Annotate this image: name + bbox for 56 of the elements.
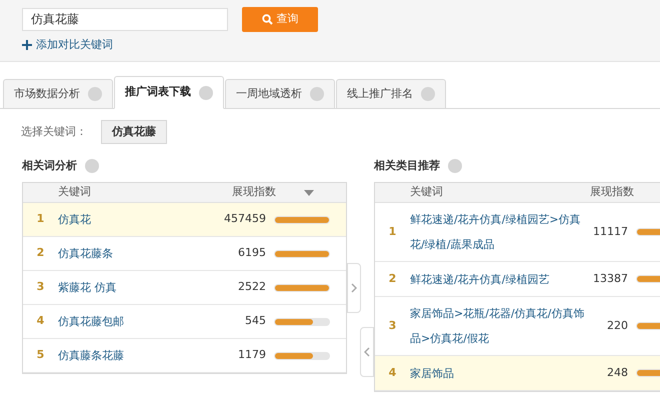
keyword-chip[interactable]: 仿真花藤: [101, 120, 167, 144]
index-value: 457459: [223, 211, 266, 228]
index-value: 2522: [237, 279, 266, 296]
keyword-select-label: 选择关键词：: [21, 124, 87, 140]
search-icon: [262, 14, 272, 25]
add-keyword-link[interactable]: 添加对比关键词: [22, 37, 113, 54]
column-header[interactable]: 展现指数: [590, 184, 652, 201]
help-icon[interactable]: [199, 86, 213, 100]
keyword-link[interactable]: 家居饰品: [410, 360, 588, 386]
keyword-link[interactable]: 紫藤花 仿真: [58, 280, 204, 296]
section-title: 相关类目推荐: [374, 158, 440, 174]
chevron-right-icon: [351, 283, 357, 293]
index-value: 545: [244, 313, 266, 330]
tab[interactable]: 一周地域透析: [225, 79, 335, 109]
rank-number: 3: [388, 318, 398, 334]
help-icon[interactable]: [88, 87, 102, 101]
help-icon[interactable]: [448, 159, 462, 173]
next-arrow-button[interactable]: [347, 263, 361, 313]
column-header: 关键词: [410, 184, 444, 200]
prev-arrow-button[interactable]: [360, 327, 374, 377]
index-value: 13387: [592, 270, 628, 287]
rank-number: 5: [36, 347, 46, 364]
index-value: 220: [606, 318, 628, 334]
rank-number: 2: [36, 245, 46, 262]
search-field[interactable]: 仿真花藤: [22, 8, 228, 31]
index-value: 248: [606, 364, 628, 381]
plus-icon: [22, 40, 32, 50]
keyword-link[interactable]: 仿真花藤条: [58, 246, 204, 262]
column-header: 关键词: [58, 184, 92, 200]
keyword-link[interactable]: 鲜花速递/花卉仿真/绿植园艺>仿真花/绿植/蔬果成品: [410, 207, 588, 257]
rank-number: 2: [388, 270, 398, 287]
keyword-link[interactable]: 仿真花: [58, 212, 204, 228]
help-icon[interactable]: [421, 87, 435, 101]
chevron-left-icon: [364, 347, 370, 357]
rank-number: 1: [388, 224, 398, 240]
index-value: 11117: [592, 224, 628, 240]
index-value: 1179: [237, 347, 266, 364]
table-row[interactable]: 4 家居饰品 248: [375, 356, 660, 391]
keyword-link[interactable]: 家居饰品>花瓶/花器/仿真花/仿真饰品>仿真花/假花: [410, 301, 588, 351]
help-icon[interactable]: [310, 87, 324, 101]
rank-number: 4: [36, 313, 46, 330]
help-icon[interactable]: [85, 159, 99, 173]
column-header[interactable]: 展现指数: [232, 184, 294, 201]
keyword-link[interactable]: 仿真花藤包邮: [58, 314, 204, 330]
rank-number: 3: [36, 279, 46, 296]
tab[interactable]: 推广词表下载: [114, 76, 224, 109]
tab[interactable]: 市场数据分析: [3, 79, 113, 109]
section-title: 相关词分析: [22, 158, 77, 174]
keyword-link[interactable]: 鲜花速递/花卉仿真/绿植园艺: [410, 266, 588, 292]
tab[interactable]: 线上推广排名: [336, 79, 446, 109]
keyword-link[interactable]: 仿真藤条花藤: [58, 348, 204, 364]
sort-caret-icon[interactable]: [304, 190, 314, 196]
index-value: 6195: [237, 245, 266, 262]
rank-number: 1: [36, 211, 46, 228]
table-row[interactable]: 1 仿真花 457459: [23, 203, 346, 237]
rank-number: 4: [388, 364, 398, 381]
